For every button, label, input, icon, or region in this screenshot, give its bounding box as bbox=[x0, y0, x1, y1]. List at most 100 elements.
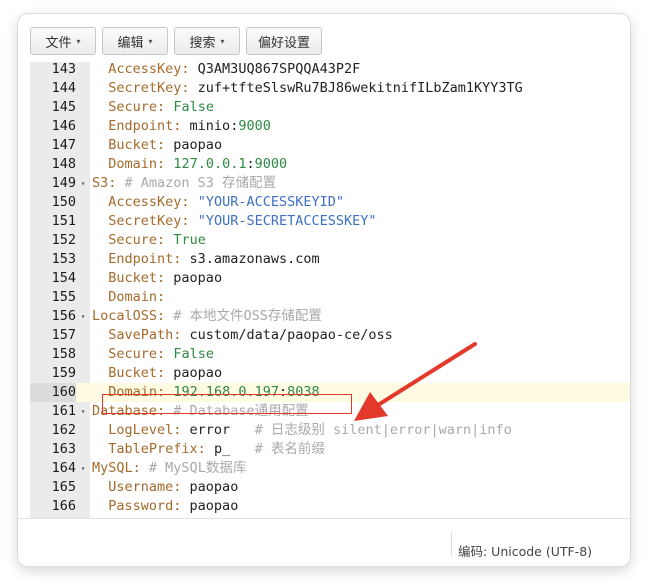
code-token: p_ bbox=[205, 441, 255, 457]
code-token: # 本地文件OSS存储配置 bbox=[173, 308, 322, 324]
file-menu-button[interactable]: 文件 ▾ bbox=[30, 27, 96, 55]
line-code: Secure: False bbox=[92, 345, 214, 364]
fold-toggle-icon[interactable]: ▾ bbox=[78, 459, 88, 478]
edit-menu-label: 编辑 bbox=[117, 34, 144, 50]
code-line[interactable]: 163 TablePrefix: p_ # 表名前缀 bbox=[30, 440, 630, 459]
line-code: Endpoint: s3.amazonaws.com bbox=[92, 250, 320, 269]
line-code: AccessKey: Q3AM3UQ867SPQQA43P2F bbox=[92, 62, 360, 79]
code-line[interactable]: 164 ▾ MySQL: # MySQL数据库 bbox=[30, 459, 630, 478]
code-token: error bbox=[181, 422, 255, 438]
code-line[interactable]: 145 Secure: False bbox=[30, 98, 630, 117]
red-arrow-annotation bbox=[354, 342, 477, 421]
code-line[interactable]: 146 Endpoint: minio:9000 bbox=[30, 117, 630, 136]
code-token: False bbox=[173, 99, 214, 115]
code-line[interactable]: 144 SecretKey: zuf+tfteSlswRu7BJ86wekitn… bbox=[30, 79, 630, 98]
search-menu-button[interactable]: 搜索 ▾ bbox=[174, 27, 240, 55]
toolbar: 文件 ▾ 编辑 ▾ 搜索 ▾ 偏好设置 bbox=[18, 14, 630, 64]
preferences-button[interactable]: 偏好设置 bbox=[246, 27, 322, 55]
code-token: Bucket: bbox=[108, 365, 166, 381]
line-number: 166 bbox=[51, 498, 76, 514]
line-number: 156 bbox=[51, 308, 76, 324]
line-code: Domain: 127.0.0.1:9000 bbox=[92, 155, 287, 174]
code-token: s3.amazonaws.com bbox=[181, 251, 320, 267]
code-line[interactable]: 155 Domain: bbox=[30, 288, 630, 307]
line-number: 144 bbox=[51, 80, 76, 96]
line-code: Domain: bbox=[92, 288, 165, 307]
fold-toggle-icon[interactable]: ▾ bbox=[78, 307, 88, 326]
edit-menu-button[interactable]: 编辑 ▾ bbox=[102, 27, 168, 55]
code-line[interactable]: 152 Secure: True bbox=[30, 231, 630, 250]
line-code: Username: paopao bbox=[92, 478, 238, 497]
code-token: AccessKey: bbox=[108, 62, 190, 77]
chevron-down-icon: ▾ bbox=[76, 36, 81, 46]
code-line[interactable]: 154 Bucket: paopao bbox=[30, 269, 630, 288]
fold-toggle-icon[interactable]: ▾ bbox=[78, 174, 88, 193]
code-token: LogLevel: bbox=[108, 422, 182, 438]
preferences-label: 偏好设置 bbox=[257, 34, 310, 50]
code-token: MySQL: bbox=[92, 460, 141, 476]
code-line[interactable]: 166 Password: paopao bbox=[30, 497, 630, 516]
code-line[interactable]: 147 Bucket: paopao bbox=[30, 136, 630, 155]
code-line[interactable]: 149 ▾ S3: # Amazon S3 存储配置 bbox=[30, 174, 630, 193]
code-token: S3: bbox=[92, 175, 117, 191]
code-editor[interactable]: 143 AccessKey: Q3AM3UQ867SPQQA43P2F 144 S… bbox=[30, 62, 630, 518]
code-token: Password: bbox=[108, 498, 182, 514]
code-token: 9000 bbox=[254, 156, 288, 172]
line-number: 155 bbox=[51, 289, 76, 305]
line-number: 153 bbox=[51, 251, 76, 267]
code-line[interactable]: 165 Username: paopao bbox=[30, 478, 630, 497]
code-token: Bucket: bbox=[108, 270, 166, 286]
code-line[interactable]: 153 Endpoint: s3.amazonaws.com bbox=[30, 250, 630, 269]
line-code: Secure: True bbox=[92, 231, 206, 250]
line-number: 160 bbox=[30, 383, 76, 402]
code-line[interactable]: 143 AccessKey: Q3AM3UQ867SPQQA43P2F bbox=[30, 62, 630, 79]
line-number: 150 bbox=[51, 194, 76, 210]
line-code: S3: # Amazon S3 存储配置 bbox=[92, 174, 276, 193]
line-code: MySQL: # MySQL数据库 bbox=[92, 459, 246, 478]
line-number: 151 bbox=[51, 213, 76, 229]
code-line[interactable]: 148 Domain: 127.0.0.1:9000 bbox=[30, 155, 630, 174]
code-line[interactable]: 162 LogLevel: error # 日志级别 silent|error|… bbox=[30, 421, 630, 440]
line-number: 148 bbox=[51, 156, 76, 172]
line-number: 152 bbox=[51, 232, 76, 248]
code-token: paopao bbox=[165, 137, 223, 153]
code-line[interactable]: 156 ▾ LocalOSS: # 本地文件OSS存储配置 bbox=[30, 307, 630, 326]
code-token: Q3AM3UQ867SPQQA43P2F bbox=[189, 62, 361, 77]
code-token: Bucket: bbox=[108, 137, 166, 153]
line-number: 147 bbox=[51, 137, 76, 153]
code-token: SavePath: bbox=[108, 327, 182, 343]
line-number: 149 bbox=[51, 175, 76, 191]
code-token: TablePrefix: bbox=[108, 441, 206, 457]
code-line[interactable]: 151 SecretKey: "YOUR-SECRETACCESSKEY" bbox=[30, 212, 630, 231]
line-code: AccessKey: "YOUR-ACCESSKEYID" bbox=[92, 193, 344, 212]
code-token: Endpoint: bbox=[108, 118, 182, 134]
code-token: custom/data/paopao-ce/oss bbox=[181, 327, 393, 343]
code-token: paopao bbox=[181, 498, 239, 514]
encoding-status[interactable]: 编码: Unicode (UTF-8) bbox=[458, 541, 592, 560]
line-number: 159 bbox=[51, 365, 76, 381]
code-token: # 表名前缀 bbox=[254, 441, 325, 457]
code-token: LocalOSS: bbox=[92, 308, 166, 324]
line-number: 143 bbox=[51, 62, 76, 77]
code-token: # Amazon S3 存储配置 bbox=[124, 175, 277, 191]
chevron-down-icon: ▾ bbox=[148, 36, 153, 46]
fold-toggle-icon[interactable]: ▾ bbox=[78, 402, 88, 421]
code-line[interactable]: 150 AccessKey: "YOUR-ACCESSKEYID" bbox=[30, 193, 630, 212]
chevron-down-icon: ▾ bbox=[220, 36, 225, 46]
code-token: paopao bbox=[165, 365, 223, 381]
code-token: False bbox=[173, 346, 214, 362]
